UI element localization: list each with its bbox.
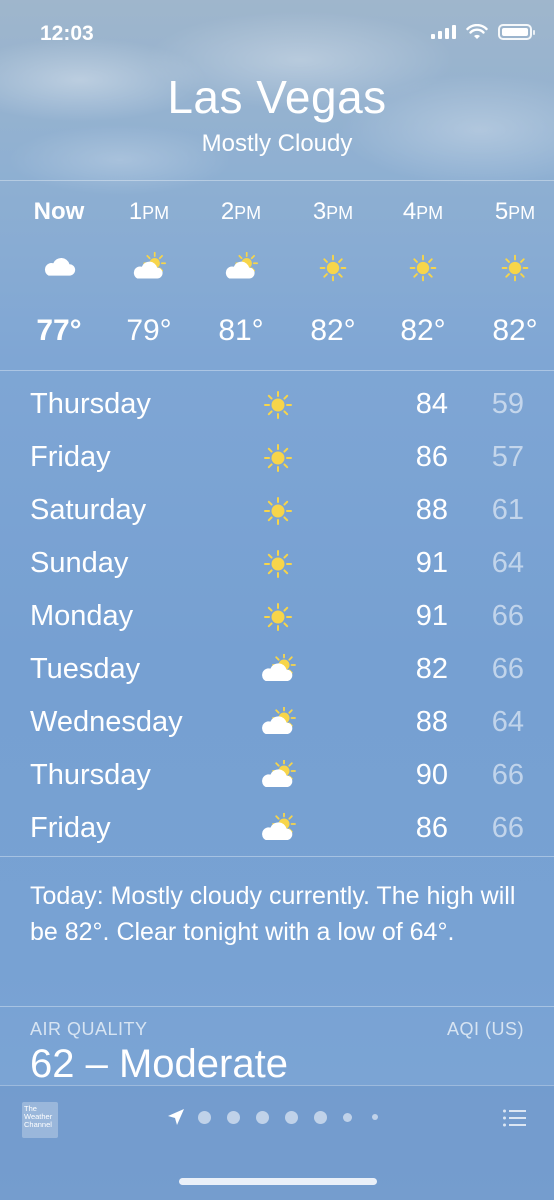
home-indicator[interactable] — [179, 1178, 377, 1185]
day-high-temp: 90 — [415, 759, 448, 791]
battery-icon — [498, 24, 535, 40]
daily-row: Tuesday 82 66 — [0, 643, 554, 696]
day-low-temp: 66 — [491, 600, 524, 632]
partly-sunny-icon — [258, 759, 298, 792]
day-high-temp: 91 — [415, 547, 448, 579]
day-name: Monday — [30, 600, 134, 632]
hour-temp: 82° — [492, 314, 538, 347]
daily-row: Friday 86 66 — [0, 802, 554, 855]
hour-label: 2PM — [220, 198, 262, 225]
daily-row: Friday 86 57 — [0, 431, 554, 484]
hour-label: 5PM — [494, 198, 536, 225]
partly-sunny-icon — [258, 706, 298, 739]
page-dot[interactable] — [372, 1114, 378, 1120]
hour-temp: 79° — [126, 314, 172, 347]
city-name: Las Vegas — [167, 71, 387, 123]
day-high-temp: 84 — [415, 388, 448, 420]
air-quality-label: AIR QUALITY — [30, 1019, 148, 1039]
daily-row: Wednesday 88 64 — [0, 696, 554, 749]
day-name: Sunday — [30, 547, 129, 579]
sun-icon — [258, 548, 298, 580]
daily-row: Monday 91 66 — [0, 590, 554, 643]
today-summary: Today: Mostly cloudy currently. The high… — [30, 882, 516, 946]
divider — [0, 180, 554, 181]
sun-icon — [258, 389, 298, 421]
page-dot[interactable] — [343, 1112, 352, 1122]
day-low-temp: 66 — [491, 812, 524, 844]
status-bar: 12:03 — [0, 0, 554, 66]
sun-icon — [404, 252, 442, 284]
day-high-temp: 82 — [415, 653, 448, 685]
list-icon[interactable] — [502, 1108, 526, 1128]
day-low-temp: 64 — [491, 547, 524, 579]
day-high-temp: 86 — [415, 441, 448, 473]
daily-row: Thursday 84 59 — [0, 378, 554, 431]
day-name: Tuesday — [30, 653, 141, 685]
day-name: Wednesday — [30, 706, 183, 738]
divider — [0, 856, 554, 857]
daily-row: Sunday 91 64 — [0, 537, 554, 590]
divider — [0, 370, 554, 371]
hour-label: Now — [33, 198, 85, 225]
partly-sunny-icon — [258, 812, 298, 845]
day-name: Friday — [30, 441, 111, 473]
daily-row: Thursday 90 66 — [0, 749, 554, 802]
page-indicator[interactable] — [166, 1108, 394, 1126]
sun-icon — [258, 442, 298, 474]
hour-temp: 81° — [218, 314, 264, 347]
day-low-temp: 66 — [491, 653, 524, 685]
location-arrow-icon[interactable] — [166, 1107, 186, 1127]
sun-icon — [258, 601, 298, 633]
page-dot[interactable] — [227, 1110, 240, 1124]
partly-sunny-icon — [258, 653, 298, 686]
partly-sunny-icon — [222, 251, 260, 284]
day-high-temp: 88 — [415, 494, 448, 526]
air-quality-unit: AQI (US) — [446, 1019, 524, 1039]
sun-icon — [258, 495, 298, 527]
divider — [0, 1006, 554, 1007]
day-low-temp: 57 — [491, 441, 524, 473]
day-name: Saturday — [30, 494, 147, 526]
cloud-icon — [40, 252, 78, 284]
hour-temp: 82° — [310, 314, 356, 347]
cellular-signal-icon — [431, 25, 456, 39]
page-dot[interactable] — [256, 1110, 269, 1124]
page-dot[interactable] — [314, 1110, 327, 1124]
day-name: Friday — [30, 812, 111, 844]
status-icons — [431, 24, 535, 40]
hour-label: 3PM — [312, 198, 354, 225]
air-quality-value: 62 – Moderate — [30, 1042, 288, 1086]
sun-icon — [314, 252, 352, 284]
status-time: 12:03 — [40, 22, 94, 45]
daily-row: Saturday 88 61 — [0, 484, 554, 537]
day-low-temp: 59 — [491, 388, 524, 420]
page-dot[interactable] — [285, 1110, 298, 1124]
hourly-forecast[interactable]: Now 77° 1PM 79° 2PM 81° 3PM 82° 4PM 82° 5PM 82° — [0, 182, 554, 370]
current-condition: Mostly Cloudy — [201, 130, 353, 157]
day-low-temp: 66 — [491, 759, 524, 791]
partly-sunny-icon — [130, 251, 168, 284]
hour-temp: 82° — [400, 314, 446, 347]
day-low-temp: 61 — [491, 494, 524, 526]
day-high-temp: 86 — [415, 812, 448, 844]
hour-label: 1PM — [128, 198, 170, 225]
day-high-temp: 91 — [415, 600, 448, 632]
wifi-icon — [466, 24, 488, 39]
day-name: Thursday — [30, 759, 151, 791]
day-name: Thursday — [30, 388, 151, 420]
page-dot[interactable] — [198, 1110, 211, 1124]
day-low-temp: 64 — [491, 706, 524, 738]
sun-icon — [496, 252, 534, 284]
hour-temp: 77° — [36, 314, 82, 347]
hour-label: 4PM — [402, 198, 444, 225]
day-high-temp: 88 — [415, 706, 448, 738]
weather-channel-logo[interactable]: The Weather Channel — [22, 1102, 58, 1138]
